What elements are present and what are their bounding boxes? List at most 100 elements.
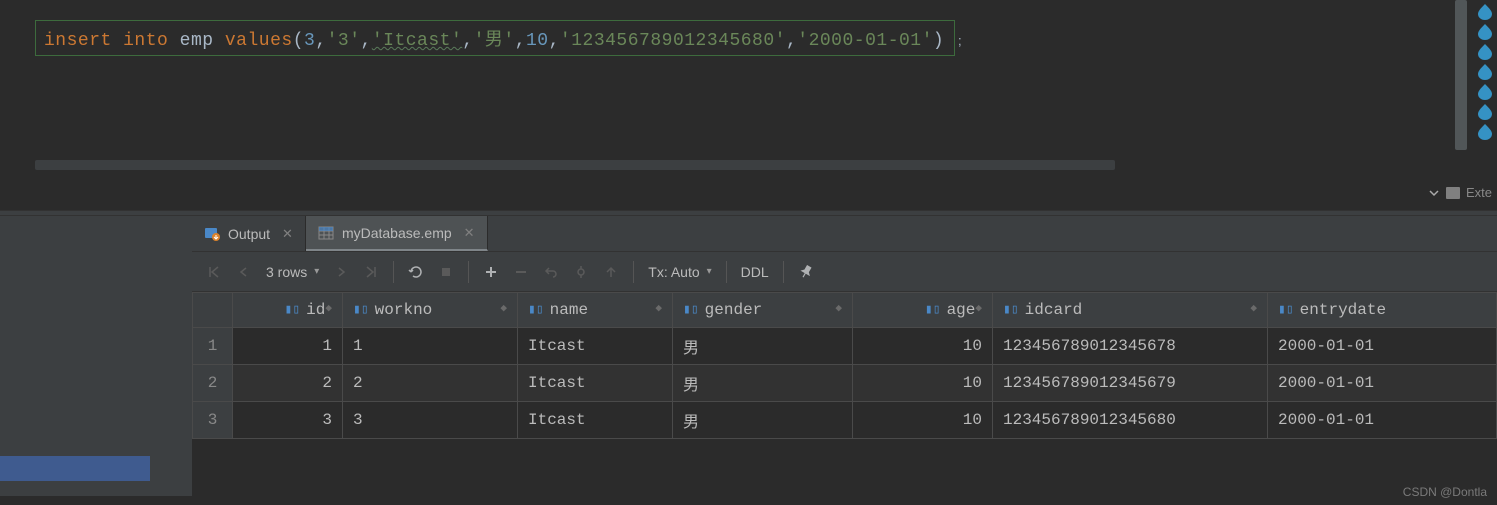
gutter-markers <box>1473 0 1497 200</box>
last-page-button[interactable] <box>357 258 385 286</box>
tab-table-label: myDatabase.emp <box>342 225 452 241</box>
column-icon: ▮▯ <box>1278 302 1294 317</box>
marker-icon[interactable] <box>1478 124 1492 140</box>
table-row[interactable]: 222Itcast男101234567890123456792000-01-01 <box>193 365 1497 402</box>
cell-age[interactable]: 10 <box>853 402 993 439</box>
cell-id[interactable]: 2 <box>233 365 343 402</box>
comma: , <box>361 31 372 51</box>
close-icon[interactable]: ✕ <box>464 225 475 241</box>
column-icon: ▮▯ <box>683 302 699 317</box>
cell-entrydate[interactable]: 2000-01-01 <box>1268 365 1497 402</box>
sql-string: '3' <box>327 31 361 51</box>
add-row-button[interactable] <box>477 258 505 286</box>
next-page-button[interactable] <box>327 258 355 286</box>
rownum-cell[interactable]: 2 <box>193 365 233 402</box>
tab-table[interactable]: myDatabase.emp ✕ <box>306 216 488 251</box>
results-grid[interactable]: ▮▯id◆ ▮▯workno◆ ▮▯name◆ ▮▯gender◆ ▮▯age◆… <box>192 292 1497 496</box>
close-icon[interactable]: ✕ <box>282 226 293 242</box>
revert-button[interactable] <box>537 258 565 286</box>
sort-icon[interactable]: ◆ <box>655 301 662 315</box>
cell-entrydate[interactable]: 2000-01-01 <box>1268 328 1497 365</box>
cell-idcard[interactable]: 123456789012345679 <box>993 365 1268 402</box>
table-row[interactable]: 111Itcast男101234567890123456782000-01-01 <box>193 328 1497 365</box>
rownum-cell[interactable]: 3 <box>193 402 233 439</box>
sort-icon[interactable]: ◆ <box>1250 301 1257 315</box>
col-label: id <box>306 301 325 319</box>
marker-icon[interactable] <box>1478 104 1492 120</box>
rownum-header[interactable] <box>193 293 233 328</box>
sql-keyword: into <box>123 31 168 51</box>
col-header-name[interactable]: ▮▯name◆ <box>518 293 673 328</box>
horizontal-scrollbar[interactable] <box>35 160 1115 170</box>
marker-icon[interactable] <box>1478 24 1492 40</box>
sort-icon[interactable]: ◆ <box>500 301 507 315</box>
cell-idcard[interactable]: 123456789012345680 <box>993 402 1268 439</box>
sort-icon[interactable]: ◆ <box>835 301 842 315</box>
marker-icon[interactable] <box>1478 4 1492 20</box>
cell-name[interactable]: Itcast <box>518 328 673 365</box>
rownum-cell[interactable]: 1 <box>193 328 233 365</box>
paren-open: ( <box>293 31 304 51</box>
cell-id[interactable]: 1 <box>233 328 343 365</box>
first-page-button[interactable] <box>200 258 228 286</box>
col-header-entrydate[interactable]: ▮▯ entrydate <box>1268 293 1497 328</box>
marker-icon[interactable] <box>1478 44 1492 60</box>
sql-editor[interactable]: insert into emp values(3,'3','Itcast','男… <box>0 0 1497 210</box>
tx-mode[interactable]: Tx: Auto▾ <box>642 264 717 280</box>
cell-id[interactable]: 3 <box>233 402 343 439</box>
row-count-label: 3 rows <box>266 264 307 280</box>
sort-icon[interactable]: ◆ <box>325 301 332 315</box>
row-count[interactable]: 3 rows▾ <box>260 264 325 280</box>
remove-row-button[interactable] <box>507 258 535 286</box>
cell-entrydate[interactable]: 2000-01-01 <box>1268 402 1497 439</box>
paren-close: ) <box>933 31 944 51</box>
tx-label: Tx: Auto <box>648 264 699 280</box>
table-row[interactable]: 333Itcast男101234567890123456802000-01-01 <box>193 402 1497 439</box>
output-icon <box>204 226 220 242</box>
sql-identifier: emp <box>180 31 214 51</box>
marker-icon[interactable] <box>1478 64 1492 80</box>
table-icon <box>318 225 334 241</box>
results-toolbar: 3 rows▾ Tx: Auto▾ DDL <box>192 252 1497 292</box>
comma: , <box>315 31 326 51</box>
col-header-workno[interactable]: ▮▯workno◆ <box>343 293 518 328</box>
comma: , <box>462 31 473 51</box>
cell-gender[interactable]: 男 <box>673 365 853 402</box>
sql-keyword: values <box>225 31 293 51</box>
stop-button[interactable] <box>432 258 460 286</box>
sql-string: '男' <box>474 31 515 51</box>
col-header-age[interactable]: ▮▯age◆ <box>853 293 993 328</box>
prev-page-button[interactable] <box>230 258 258 286</box>
vertical-scrollbar[interactable] <box>1455 0 1467 150</box>
left-tool-stripe <box>0 216 192 496</box>
tab-output[interactable]: Output ✕ <box>192 216 306 251</box>
right-panel-collapse[interactable]: Exte <box>1428 185 1492 200</box>
col-header-gender[interactable]: ▮▯gender◆ <box>673 293 853 328</box>
sql-number: 3 <box>304 31 315 51</box>
submit-button[interactable] <box>597 258 625 286</box>
comma: , <box>549 31 560 51</box>
cell-name[interactable]: Itcast <box>518 365 673 402</box>
commit-button[interactable] <box>567 258 595 286</box>
sql-string: '123456789012345680' <box>560 31 786 51</box>
cell-gender[interactable]: 男 <box>673 328 853 365</box>
cell-age[interactable]: 10 <box>853 365 993 402</box>
comma: , <box>786 31 797 51</box>
pin-button[interactable] <box>792 258 820 286</box>
marker-icon[interactable] <box>1478 84 1492 100</box>
sql-statement[interactable]: insert into emp values(3,'3','Itcast','男… <box>35 20 955 56</box>
cell-workno[interactable]: 3 <box>343 402 518 439</box>
cell-workno[interactable]: 1 <box>343 328 518 365</box>
sort-icon[interactable]: ◆ <box>975 301 982 315</box>
reload-button[interactable] <box>402 258 430 286</box>
col-header-idcard[interactable]: ▮▯idcard◆ <box>993 293 1268 328</box>
cell-workno[interactable]: 2 <box>343 365 518 402</box>
cell-gender[interactable]: 男 <box>673 402 853 439</box>
column-icon: ▮▯ <box>285 302 301 317</box>
ddl-button[interactable]: DDL <box>735 264 775 280</box>
col-label: entrydate <box>1300 301 1386 319</box>
col-header-id[interactable]: ▮▯ id◆ <box>233 293 343 328</box>
cell-age[interactable]: 10 <box>853 328 993 365</box>
cell-name[interactable]: Itcast <box>518 402 673 439</box>
cell-idcard[interactable]: 123456789012345678 <box>993 328 1268 365</box>
